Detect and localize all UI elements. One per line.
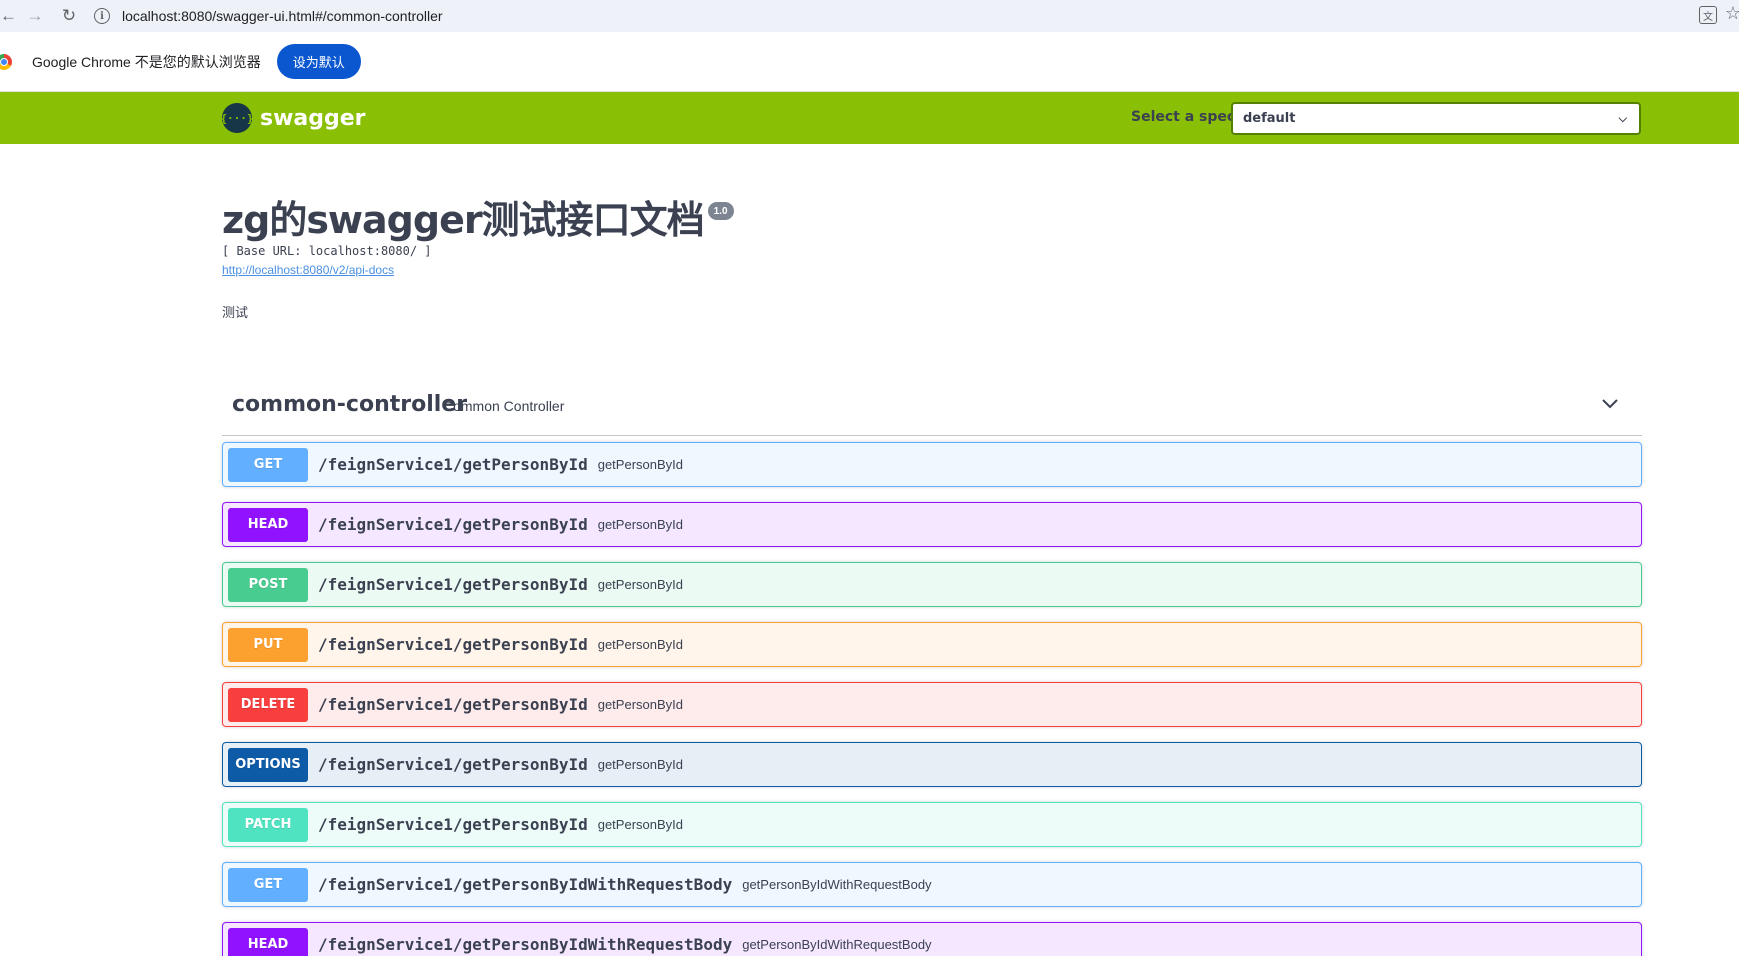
opblock-get-getPersonByIdWithRequestBody[interactable]: GET /feignService1/getPersonByIdWithRequ… xyxy=(222,862,1642,907)
operation-summary: getPersonById xyxy=(597,517,683,532)
operation-path: /feignService1/getPersonById xyxy=(318,695,588,714)
method-badge: GET xyxy=(228,447,308,482)
method-badge: OPTIONS xyxy=(228,747,308,782)
spec-select-value: default xyxy=(1243,111,1296,126)
opblock-put-getPersonById[interactable]: PUT /feignService1/getPersonById getPers… xyxy=(222,622,1642,667)
site-info-icon[interactable]: i xyxy=(94,8,110,24)
opblock-get-getPersonById[interactable]: GET /feignService1/getPersonById getPers… xyxy=(222,442,1642,487)
operation-path: /feignService1/getPersonByIdWithRequestB… xyxy=(318,935,733,954)
method-badge: GET xyxy=(228,867,308,902)
forward-arrow-icon[interactable]: → xyxy=(18,0,52,32)
browser-address-bar: ← → ↻ i localhost:8080/swagger-ui.html#/… xyxy=(0,0,1739,32)
method-badge: HEAD xyxy=(228,507,308,542)
omnibox[interactable]: i localhost:8080/swagger-ui.html#/common… xyxy=(94,2,1739,30)
tag-description: Common Controller xyxy=(443,398,565,414)
operation-summary: getPersonById xyxy=(597,637,683,652)
opblock-head-getPersonByIdWithRequestBody[interactable]: HEAD /feignService1/getPersonByIdWithReq… xyxy=(222,922,1642,956)
method-badge: HEAD xyxy=(228,927,308,956)
spec-select[interactable]: default ⌵ xyxy=(1231,102,1641,135)
swagger-logo[interactable]: {···} swagger xyxy=(220,103,366,133)
operation-summary: getPersonById xyxy=(597,577,683,592)
operation-summary: getPersonByIdWithRequestBody xyxy=(742,877,932,892)
base-url: [ Base URL: localhost:8080/ ] xyxy=(222,244,432,258)
chevron-down-icon: ⌵ xyxy=(1618,112,1627,125)
reload-icon[interactable]: ↻ xyxy=(52,0,86,32)
operation-path: /feignService1/getPersonById xyxy=(318,515,588,534)
method-badge: PUT xyxy=(228,627,308,662)
operation-path: /feignService1/getPersonByIdWithRequestB… xyxy=(318,875,733,894)
swagger-topbar: {···} swagger Select a spec default ⌵ xyxy=(0,92,1739,144)
translate-icon[interactable]: 文 xyxy=(1699,6,1717,24)
set-default-button[interactable]: 设为默认 xyxy=(276,44,361,79)
operation-summary: getPersonById xyxy=(597,697,683,712)
chevron-down-icon[interactable] xyxy=(1602,396,1618,412)
method-badge: DELETE xyxy=(228,687,308,722)
api-title: zg的swagger测试接口文档 1.0 xyxy=(222,196,734,244)
method-badge: POST xyxy=(228,567,308,602)
operation-path: /feignService1/getPersonById xyxy=(318,815,588,834)
swagger-logo-icon: {···} xyxy=(220,103,254,133)
chrome-logo-icon xyxy=(0,53,12,70)
operation-summary: getPersonById xyxy=(597,817,683,832)
infobar-message: Google Chrome 不是您的默认浏览器 xyxy=(32,53,261,70)
operation-path: /feignService1/getPersonById xyxy=(318,575,588,594)
api-description: 测试 xyxy=(222,305,249,320)
api-docs-link[interactable]: http://localhost:8080/v2/api-docs xyxy=(222,263,394,277)
opblock-options-getPersonById[interactable]: OPTIONS /feignService1/getPersonById get… xyxy=(222,742,1642,787)
swagger-logo-text: swagger xyxy=(260,105,366,131)
back-arrow-icon[interactable]: ← xyxy=(0,0,18,32)
opblock-head-getPersonById[interactable]: HEAD /feignService1/getPersonById getPer… xyxy=(222,502,1642,547)
opblock-delete-getPersonById[interactable]: DELETE /feignService1/getPersonById getP… xyxy=(222,682,1642,727)
tag-name[interactable]: common-controller xyxy=(232,392,467,417)
bookmark-star-icon[interactable]: ☆ xyxy=(1725,3,1739,24)
default-browser-infobar: Google Chrome 不是您的默认浏览器 设为默认 xyxy=(0,32,1739,92)
operation-summary: getPersonById xyxy=(597,757,683,772)
operation-path: /feignService1/getPersonById xyxy=(318,755,588,774)
operation-summary: getPersonByIdWithRequestBody xyxy=(742,937,932,952)
method-badge: PATCH xyxy=(228,807,308,842)
opblock-post-getPersonById[interactable]: POST /feignService1/getPersonById getPer… xyxy=(222,562,1642,607)
operation-path: /feignService1/getPersonById xyxy=(318,635,588,654)
opblock-patch-getPersonById[interactable]: PATCH /feignService1/getPersonById getPe… xyxy=(222,802,1642,847)
tag-header-common-controller[interactable]: common-controller Common Controller xyxy=(222,382,1642,436)
page-title: zg的swagger测试接口文档 xyxy=(222,198,705,242)
operation-path: /feignService1/getPersonById xyxy=(318,455,588,474)
url-text[interactable]: localhost:8080/swagger-ui.html#/common-c… xyxy=(122,8,443,24)
version-badge: 1.0 xyxy=(707,202,734,220)
select-spec-label: Select a spec xyxy=(1131,109,1236,125)
operation-summary: getPersonById xyxy=(597,457,683,472)
